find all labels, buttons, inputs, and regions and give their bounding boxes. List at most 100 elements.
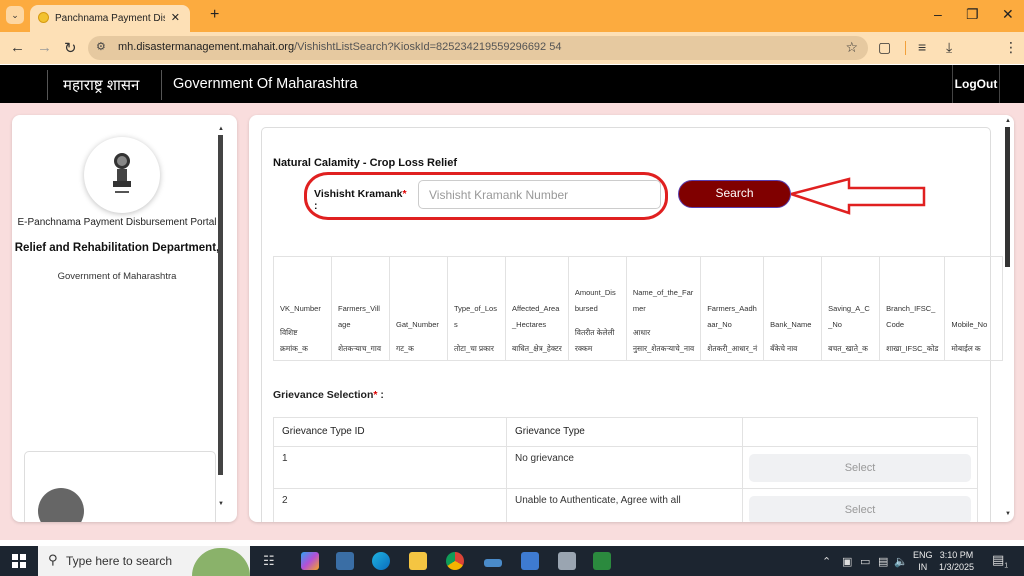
url-text[interactable]: mh.disastermanagement.mahait.org/Vishish… [118,41,561,53]
browser-tab-bar: ⌄ Panchnama Payment Disbursem ✕ + – ❐ ✕ [0,0,1024,32]
vk-column-header: Farmers_Village शेतकऱ्याच_गाव [331,256,390,361]
show-hidden-icons[interactable]: ⌃ [822,555,831,568]
calculator-icon[interactable] [521,552,539,570]
scanner-icon[interactable] [484,559,502,567]
chrome-icon[interactable] [446,552,464,570]
windows-taskbar: ⚲ Type here to search ☷ ⌃ ▣ ▭ ▤ 🔈 ENG IN … [0,546,1024,576]
favicon-icon [38,12,49,23]
column-english-label: Branch_IFSC_Code [886,304,936,329]
meet-now-icon[interactable]: ▣ [842,555,852,568]
file-explorer-icon[interactable] [409,552,427,570]
grievance-row: 2 Unable to Authenticate, Agree with all… [273,488,978,522]
sidebar-card: E-Panchnama Payment Disbursement Portal … [12,115,237,522]
grievance-type: Unable to Authenticate, Agree with all [506,488,743,522]
vk-column-header: Gat_Number गट_क [389,256,448,361]
column-english-label: Amount_Disbursed [574,288,616,313]
table-header-row: VK_Number विशिष्ट क्रमांक_क Farmers_Villag… [273,256,1004,361]
battery-icon[interactable]: ▭ [860,555,870,568]
department-name: Relief and Rehabilitation Department, [14,242,220,254]
grievance-id: 1 [273,446,507,489]
vk-column-header: Bank_Name बँकेचे नाव [763,256,823,361]
column-english-label: Bank_Name [770,320,812,329]
minimize-icon[interactable]: – [934,6,942,22]
sidebar-scrollbar[interactable]: ▲ ▼ [218,126,224,509]
edge-icon[interactable] [372,552,390,570]
bookmark-star-icon[interactable]: ☆ [845,39,858,56]
scroll-down-icon[interactable]: ▼ [1005,511,1011,517]
copilot-icon[interactable] [301,552,319,570]
reload-icon[interactable]: ↻ [64,39,77,57]
media-player-icon[interactable] [336,552,354,570]
column-marathi-label: बाधित_क्षेत्र_हेक्टर [512,344,562,353]
main-card: Natural Calamity - Crop Loss Relief Vish… [249,115,1014,522]
marathi-title: महाराष्ट्र शासन [63,77,140,94]
column-marathi-label: बचत_खाते_क [828,344,868,353]
toolbar-divider [905,41,906,55]
grievance-type: No grievance [506,446,743,489]
vk-column-header: Name_of_the_Farmer आधार नुसार_शेतकऱ्याचे_… [625,256,702,361]
emblem-icon [113,153,131,193]
main-scrollbar[interactable]: ▲ ▼ [1005,118,1011,519]
header-divider [47,70,48,100]
vk-column-header: Amount_Disbursed वितरीत केलेली रक्कम [567,256,627,361]
notification-icon[interactable]: ▤1 [992,552,1008,570]
column-marathi-label: शेतकऱ्याच_गाव [338,344,382,353]
close-icon[interactable]: ✕ [171,11,180,24]
search-icon: ⚲ [48,552,58,567]
column-marathi-label: तोटा_चा प्रकार [454,344,494,353]
vk-column-header: Mobile_No मोबाईल क [944,256,1004,361]
address-bar[interactable]: ⚙ mh.disastermanagement.mahait.org/Vishi… [88,36,868,60]
column-marathi-label: शेतकरी_आधार_नं [707,344,758,353]
column-marathi-label: शाखा_IFSC_कोड [886,344,939,353]
taskbar-search-placeholder: Type here to search [66,554,173,568]
search-button[interactable]: Search [678,180,791,208]
column-marathi-label: विशिष्ट क्रमांक_क [280,328,308,353]
column-english-label: VK_Number [280,304,321,313]
forward-arrow-icon[interactable]: → [37,39,52,56]
vishisht-kramank-label: Vishisht Kramank*: [314,188,407,212]
column-marathi-label: गट_क [396,344,414,353]
extensions-icon[interactable]: ▢ [878,39,891,56]
scrollbar-thumb[interactable] [218,135,223,475]
select-button[interactable]: Select [749,454,971,482]
windows-start-icon[interactable] [12,554,26,568]
scrollbar-thumb[interactable] [1005,127,1010,267]
header-grievance-type-id: Grievance Type ID [273,417,507,447]
restore-icon[interactable]: ❐ [966,6,979,23]
scroll-up-icon[interactable]: ▲ [1005,118,1011,124]
state-emblem-logo [84,137,160,213]
column-marathi-label: वितरीत केलेली रक्कम [574,328,615,353]
column-english-label: Name_of_the_Farmer [632,288,694,313]
scroll-down-icon[interactable]: ▼ [218,501,224,507]
printer-icon[interactable] [558,552,576,570]
download-icon[interactable]: ⤓ [946,39,952,56]
site-info-icon[interactable]: ⚙ [96,40,106,53]
language-indicator[interactable]: ENG IN [913,549,933,573]
vk-column-header: Farmers_Aadhaar_No शेतकरी_आधार_नं [700,256,765,361]
volume-icon[interactable]: 🔈 [894,555,908,568]
select-button[interactable]: Select [749,496,971,522]
tab-search-button[interactable]: ⌄ [6,6,24,24]
tab-title: Panchnama Payment Disbursem [55,13,165,24]
window-close-icon[interactable]: ✕ [1002,6,1014,23]
vk-column-header: Saving_A_C_No बचत_खाते_क [821,256,881,361]
column-english-label: Type_of_Loss [454,304,497,329]
browser-tab[interactable]: Panchnama Payment Disbursem ✕ [30,5,190,32]
logout-button[interactable]: LogOut [952,65,1000,103]
column-marathi-label: बँकेचे नाव [770,344,798,353]
vk-column-header: Branch_IFSC_Code शाखा_IFSC_कोड [879,256,946,361]
browser-toolbar: ← → ↻ ⚙ mh.disastermanagement.mahait.org… [0,32,1024,88]
scroll-up-icon[interactable]: ▲ [218,126,224,132]
vishisht-kramank-input[interactable] [418,180,661,209]
new-tab-plus-icon[interactable]: + [210,6,219,24]
network-icon[interactable]: ▤ [878,555,888,568]
excel-icon[interactable] [593,552,611,570]
arrow-annotation-icon [791,177,926,215]
kebab-menu-icon[interactable]: ⋮ [1004,39,1018,56]
media-queue-icon[interactable]: ≡ [918,39,926,55]
header-grievance-type: Grievance Type [506,417,743,447]
back-arrow-icon[interactable]: ← [10,39,25,56]
column-english-label: Saving_A_C_No [828,304,870,329]
task-view-icon[interactable]: ☷ [263,553,275,569]
taskbar-clock[interactable]: 3:10 PM 1/3/2025 [939,549,974,573]
